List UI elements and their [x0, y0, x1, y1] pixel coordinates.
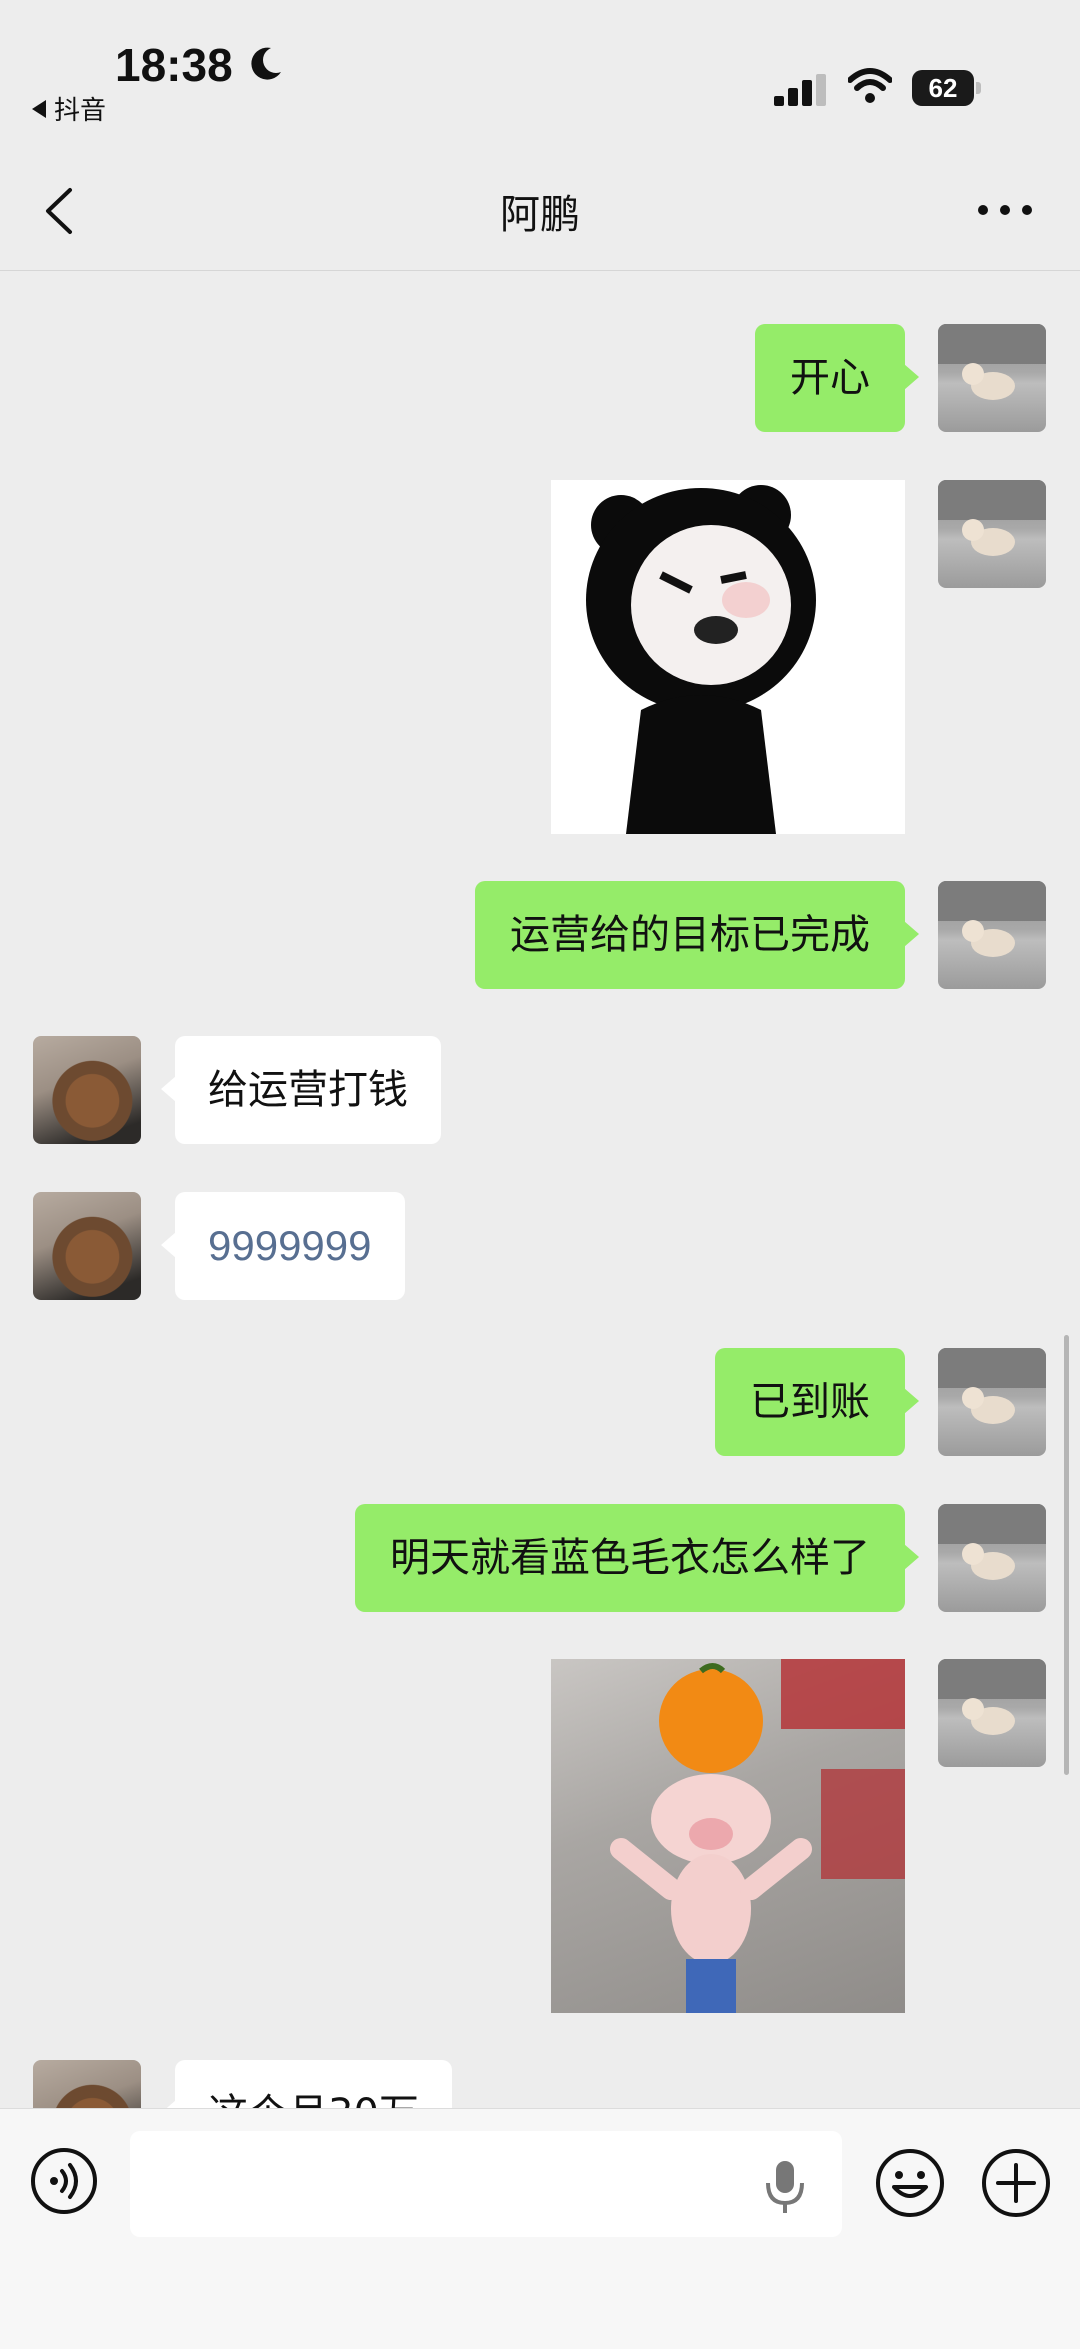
message-input[interactable] — [130, 2131, 842, 2237]
message-bubble-received-number[interactable]: 9999999 — [161, 1192, 405, 1300]
plus-icon[interactable] — [980, 2147, 1052, 2219]
contact-avatar[interactable] — [33, 1192, 141, 1300]
voice-mode-icon[interactable] — [30, 2147, 98, 2215]
message-bubble-sent[interactable]: 已到账 — [715, 1348, 919, 1456]
contact-avatar[interactable] — [33, 2060, 141, 2108]
pig-with-orange-photo[interactable] — [551, 1659, 905, 2013]
my-avatar[interactable] — [938, 1504, 1046, 1612]
input-bar — [0, 2108, 1080, 2349]
message-bubble-received[interactable]: 这个月30万 — [161, 2060, 452, 2108]
emoji-icon[interactable] — [874, 2147, 946, 2219]
my-avatar[interactable] — [938, 480, 1046, 588]
contact-avatar[interactable] — [33, 1036, 141, 1144]
panda-head-sticker[interactable] — [551, 480, 905, 834]
microphone-icon[interactable] — [762, 2159, 808, 2215]
my-avatar[interactable] — [938, 1659, 1046, 1767]
message-bubble-sent[interactable]: 开心 — [755, 324, 919, 432]
my-avatar[interactable] — [938, 324, 1046, 432]
message-bubble-sent[interactable]: 运营给的目标已完成 — [475, 881, 919, 989]
my-avatar[interactable] — [938, 881, 1046, 989]
message-bubble-sent[interactable]: 明天就看蓝色毛衣怎么样了 — [355, 1504, 919, 1612]
message-bubble-received[interactable]: 给运营打钱 — [161, 1036, 441, 1144]
my-avatar[interactable] — [938, 1348, 1046, 1456]
message-list[interactable]: 开心 运营给的目标已完成 给运营打钱 9999999 已到账 明天就看蓝色毛衣怎… — [0, 0, 1080, 2108]
scrollbar[interactable] — [1064, 1335, 1069, 1775]
